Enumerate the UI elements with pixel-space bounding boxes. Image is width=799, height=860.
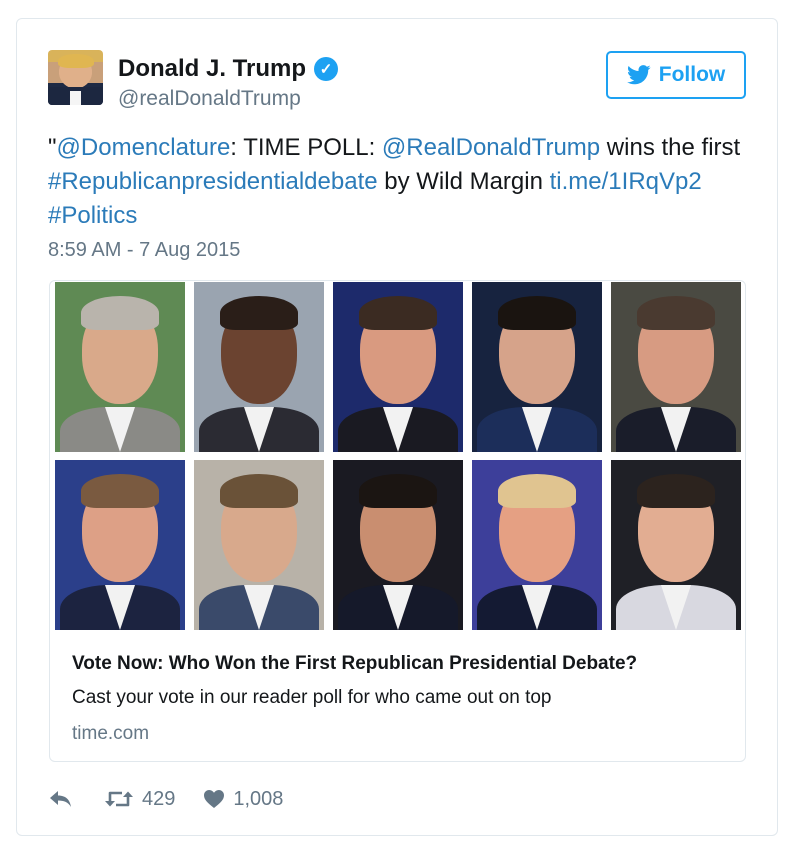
candidate-photo[interactable] [472, 460, 602, 630]
tweet-link[interactable]: @RealDonaldTrump [382, 134, 600, 161]
candidate-photo[interactable] [55, 460, 185, 630]
retweet-icon [105, 791, 133, 807]
tweet-text-segment: : TIME POLL: [230, 134, 382, 161]
user-name[interactable]: Donald J. Trump ✓ [118, 55, 339, 83]
tweet-link[interactable]: ti.me/1IRqVp2 [550, 168, 702, 195]
candidate-photo[interactable] [55, 282, 185, 452]
avatar-hair [58, 54, 94, 68]
photo-hair [359, 296, 437, 330]
tweet-text-segment: wins the first [600, 134, 741, 161]
user-handle[interactable]: @realDonaldTrump [118, 87, 301, 111]
link-card[interactable]: Vote Now: Who Won the First Republican P… [49, 280, 746, 762]
candidate-photo[interactable] [611, 282, 741, 452]
card-description: Cast your vote in our reader poll for wh… [72, 687, 552, 708]
photo-hair [220, 296, 298, 330]
photo-hair [81, 474, 159, 508]
card-title[interactable]: Vote Now: Who Won the First Republican P… [72, 653, 637, 675]
follow-label: Follow [658, 63, 726, 86]
tweet-text-segment: by Wild Margin [377, 168, 550, 195]
candidate-photo[interactable] [194, 282, 324, 452]
photo-hair [498, 296, 576, 330]
photo-grid[interactable] [55, 282, 741, 631]
twitter-bird-icon [626, 65, 651, 85]
photo-hair [637, 296, 715, 330]
user-name-text: Donald J. Trump [118, 55, 307, 82]
reply-button[interactable] [48, 789, 74, 809]
verified-icon: ✓ [314, 57, 339, 81]
tweet-link[interactable]: @Domenclature [57, 134, 231, 161]
photo-hair [220, 474, 298, 508]
like-count: 1,008 [233, 787, 284, 810]
card-domain: time.com [72, 723, 150, 744]
photo-hair [498, 474, 576, 508]
tweet-link[interactable]: #Politics [48, 202, 137, 229]
timestamp[interactable]: 8:59 AM - 7 Aug 2015 [48, 239, 240, 262]
candidate-photo[interactable] [611, 460, 741, 630]
heart-icon [204, 790, 225, 808]
tweet-card: Donald J. Trump ✓ @realDonaldTrump Follo… [16, 18, 778, 836]
tweet-text: "@Domenclature: TIME POLL: @RealDonaldTr… [48, 131, 748, 233]
retweet-count: 429 [142, 787, 176, 810]
candidate-photo[interactable] [333, 282, 463, 452]
retweet-button[interactable]: 429 [104, 788, 175, 811]
avatar[interactable] [48, 50, 103, 105]
tweet-text-segment: " [48, 134, 57, 161]
follow-button[interactable]: Follow [606, 51, 746, 99]
like-button[interactable]: 1,008 [203, 788, 283, 811]
candidate-photo[interactable] [333, 460, 463, 630]
tweet-actions: 429 1,008 [48, 785, 283, 813]
photo-hair [637, 474, 715, 508]
candidate-photo[interactable] [472, 282, 602, 452]
photo-hair [81, 296, 159, 330]
tweet-link[interactable]: #Republicanpresidentialdebate [48, 168, 378, 195]
candidate-photo[interactable] [194, 460, 324, 630]
photo-hair [359, 474, 437, 508]
reply-icon [50, 791, 71, 807]
avatar-shirt [70, 91, 81, 105]
